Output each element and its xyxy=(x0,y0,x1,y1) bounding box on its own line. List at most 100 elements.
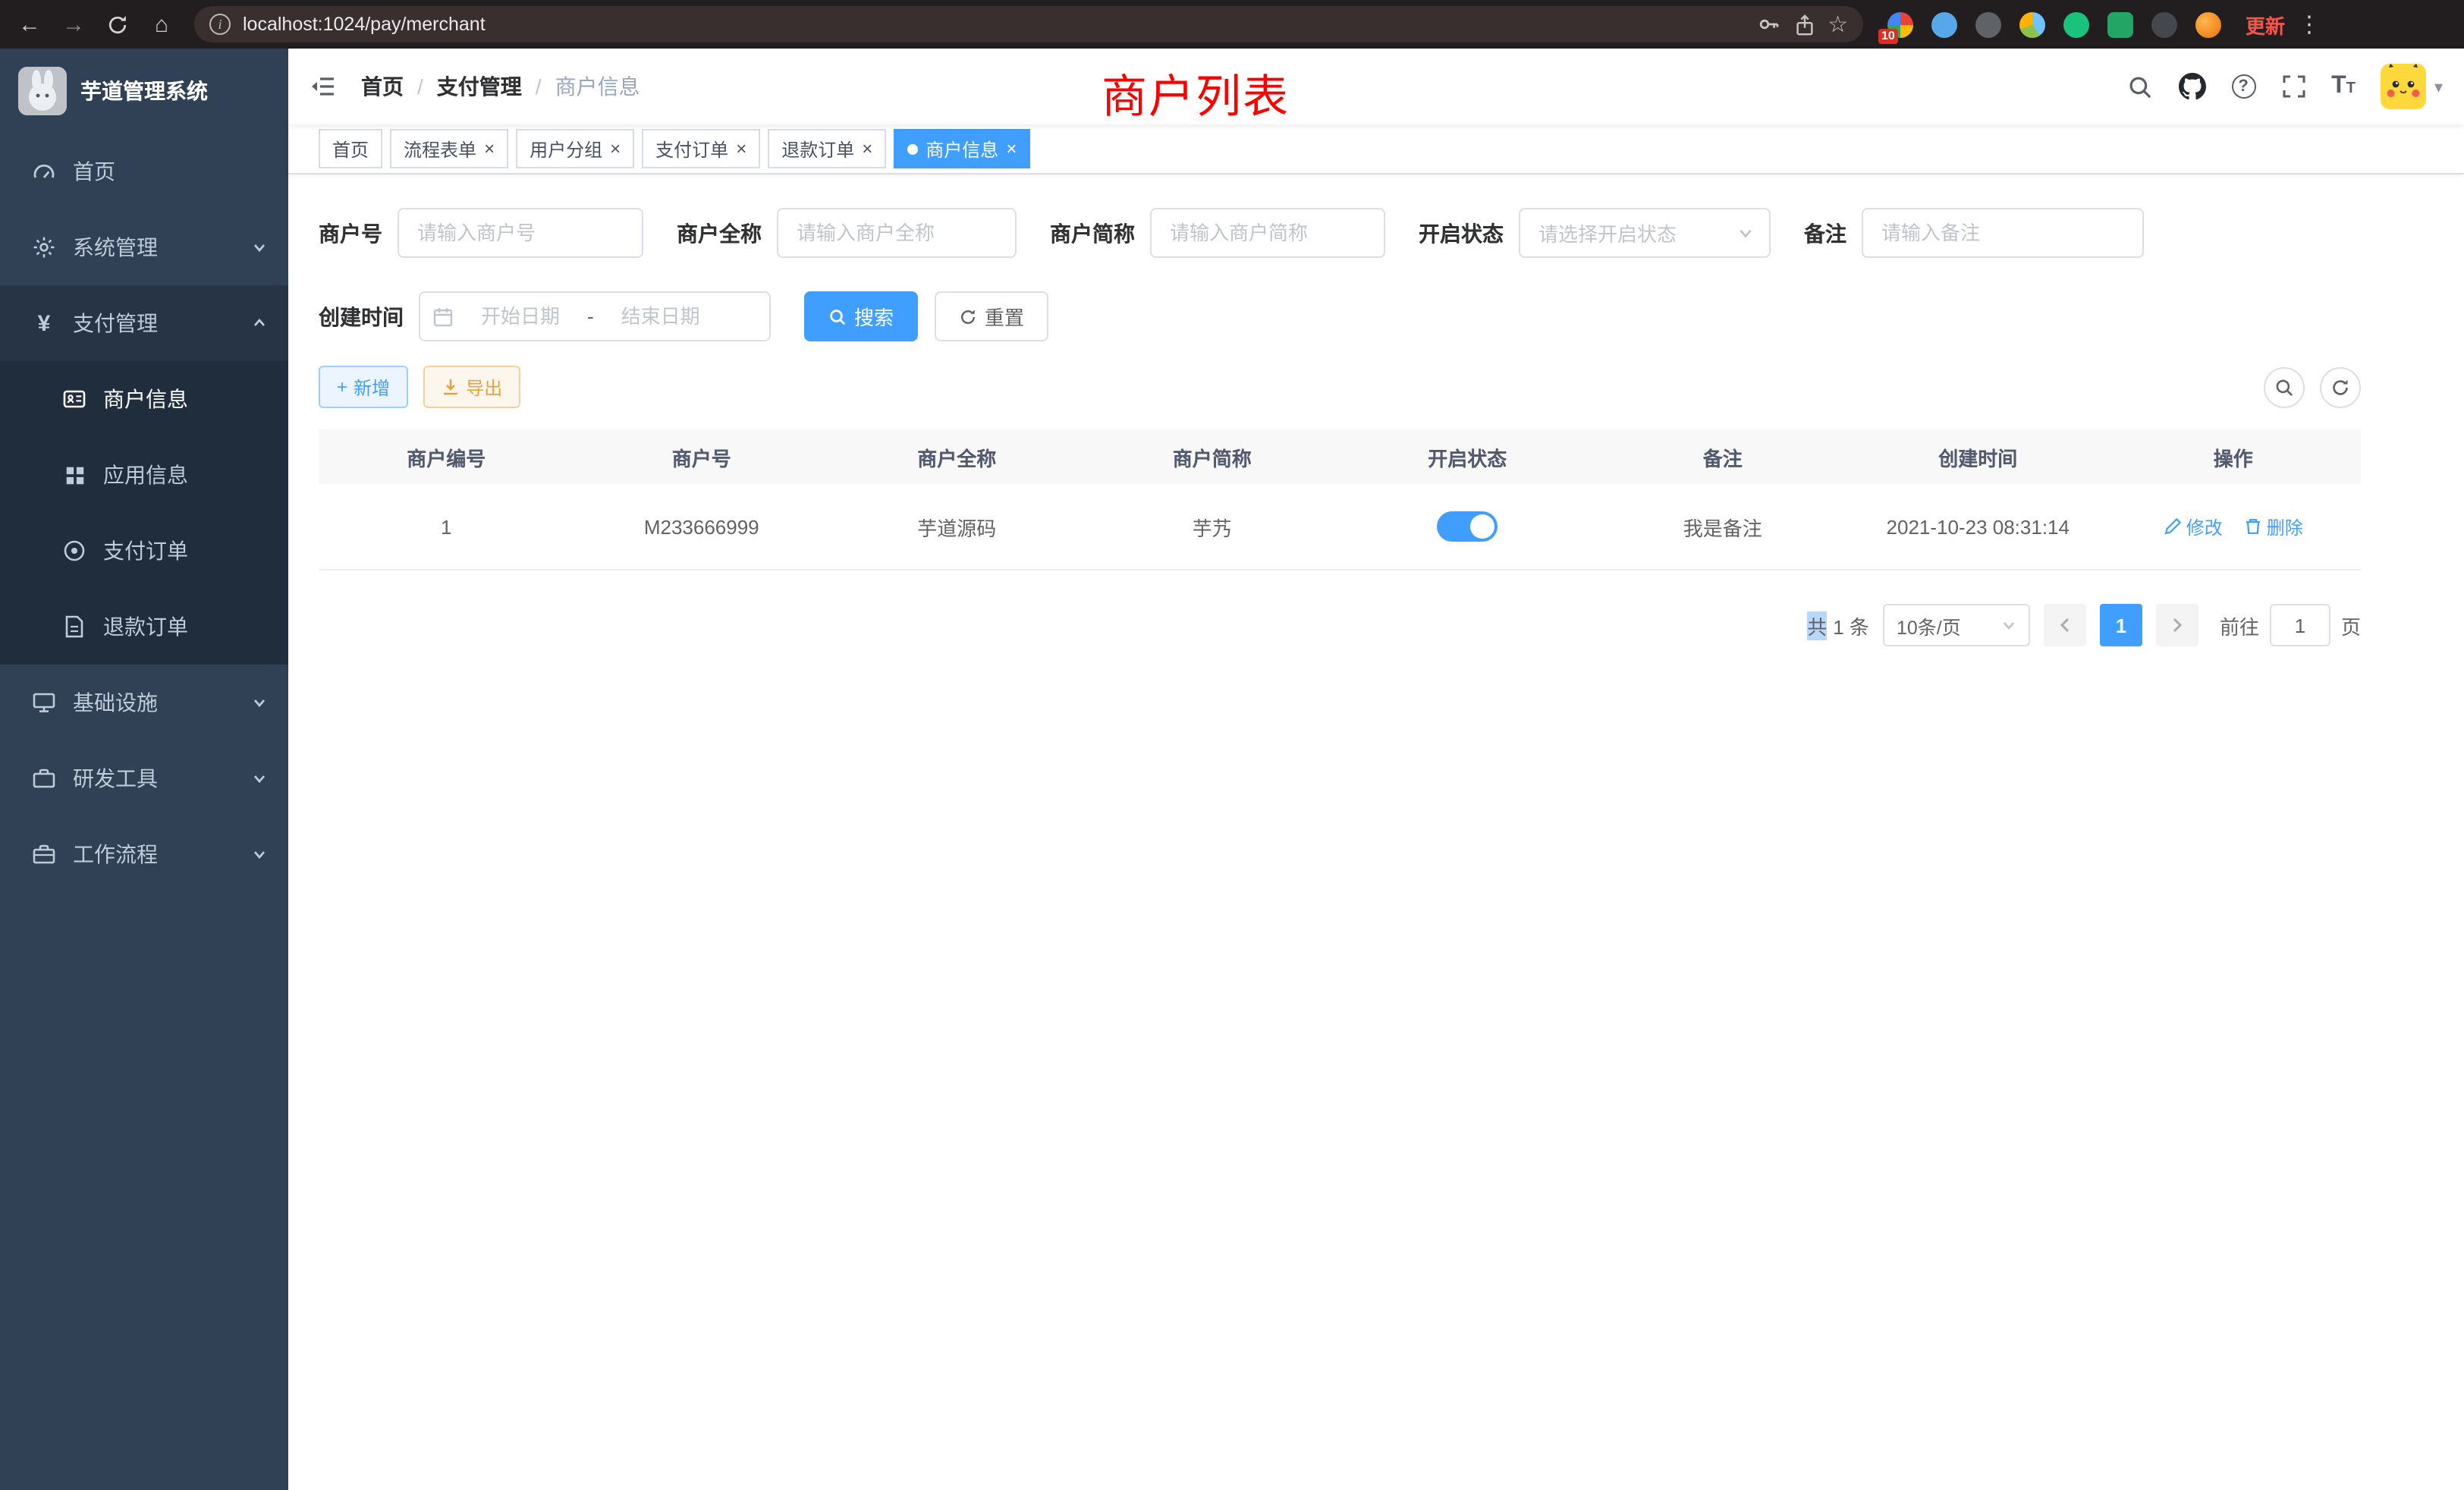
chevron-down-icon xyxy=(1737,225,1754,241)
extension-icon[interactable]: 10 xyxy=(1887,11,1913,37)
address-bar[interactable]: i localhost:1024/pay/merchant ☆ xyxy=(194,6,1863,42)
search-button[interactable]: 搜索 xyxy=(804,291,918,341)
date-start-input[interactable] xyxy=(463,305,578,328)
sidebar-item-label: 系统管理 xyxy=(73,232,158,262)
next-page-button[interactable] xyxy=(2156,604,2198,646)
github-icon[interactable] xyxy=(2178,73,2205,100)
pencil-icon xyxy=(2164,517,2182,536)
browser-menu-icon[interactable]: ⋮ xyxy=(2297,11,2321,38)
page-size-select[interactable]: 10条/页 xyxy=(1883,604,2030,646)
sidebar-item-home[interactable]: 首页 xyxy=(0,134,288,209)
goto-unit: 页 xyxy=(2341,611,2361,640)
search-icon[interactable] xyxy=(2126,74,2152,99)
merchant-no-input[interactable] xyxy=(398,208,643,258)
tab-process-form[interactable]: 流程表单 × xyxy=(390,129,508,168)
cell-short-name: 芋艿 xyxy=(1085,512,1340,541)
toolbox-icon xyxy=(30,842,58,866)
grid-icon xyxy=(61,464,88,486)
merchant-no-input-field[interactable] xyxy=(417,222,624,244)
fullscreen-icon[interactable] xyxy=(2281,74,2305,99)
extension-icon[interactable] xyxy=(2019,11,2045,37)
refresh-table-button[interactable] xyxy=(2320,366,2361,407)
user-menu[interactable]: ▾ xyxy=(2381,64,2443,109)
back-icon[interactable]: ← xyxy=(9,4,50,45)
reload-icon[interactable] xyxy=(97,4,138,45)
field-label: 商户号 xyxy=(319,218,382,248)
profile-avatar[interactable] xyxy=(2195,11,2221,37)
bookmark-star-icon[interactable]: ☆ xyxy=(1828,11,1848,38)
close-icon[interactable]: × xyxy=(862,140,872,158)
close-icon[interactable]: × xyxy=(1006,140,1017,158)
sidebar-item-merchant-info[interactable]: 商户信息 xyxy=(0,361,288,437)
sidebar-item-pay-orders[interactable]: 支付订单 xyxy=(0,513,288,589)
tab-home[interactable]: 首页 xyxy=(319,129,382,168)
sidebar-item-label: 研发工具 xyxy=(73,763,158,794)
remark-input[interactable] xyxy=(1862,208,2144,258)
field-label: 创建时间 xyxy=(319,301,404,332)
id-card-icon xyxy=(61,387,88,411)
date-range-picker[interactable]: - xyxy=(419,291,771,341)
refresh-icon xyxy=(2330,377,2350,397)
tab-refund-orders[interactable]: 退款订单 × xyxy=(768,129,886,168)
plus-icon: + xyxy=(337,376,347,398)
close-icon[interactable]: × xyxy=(484,140,495,158)
browser-toolbar: ← → ⌂ i localhost:1024/pay/merchant ☆ 10 xyxy=(0,0,2464,49)
export-button[interactable]: 导出 xyxy=(423,366,520,408)
chevron-right-icon xyxy=(2170,616,2185,634)
tab-pay-orders[interactable]: 支付订单 × xyxy=(642,129,760,168)
chevron-down-icon xyxy=(252,771,267,786)
date-end-input[interactable] xyxy=(603,305,718,328)
extension-icon[interactable] xyxy=(2107,11,2133,37)
help-icon[interactable]: ? xyxy=(2231,74,2255,99)
goto-page-input[interactable] xyxy=(2270,604,2330,646)
tab-label: 退款订单 xyxy=(781,136,854,162)
extension-icon[interactable] xyxy=(1931,11,1957,37)
remark-input-field[interactable] xyxy=(1881,222,2124,244)
breadcrumb-section[interactable]: 支付管理 xyxy=(437,71,522,102)
extension-icon[interactable] xyxy=(2063,11,2089,37)
sidebar-item-label: 支付订单 xyxy=(103,536,188,566)
status-select[interactable]: 请选择开启状态 xyxy=(1519,208,1771,258)
full-name-input[interactable] xyxy=(777,208,1017,258)
app-logo[interactable]: 芋道管理系统 xyxy=(0,49,288,134)
export-button-label: 导出 xyxy=(466,374,502,400)
tab-merchant-info[interactable]: 商户信息 × xyxy=(894,129,1030,168)
toggle-search-button[interactable] xyxy=(2264,366,2305,407)
tags-view-bar: 首页 流程表单 × 用户分组 × 支付订单 × 退款订单 × 商户信息 × xyxy=(288,124,2464,174)
add-button[interactable]: + 新增 xyxy=(319,366,408,408)
page-number-button[interactable]: 1 xyxy=(2100,604,2142,646)
close-icon[interactable]: × xyxy=(610,140,621,158)
edit-button[interactable]: 修改 xyxy=(2164,514,2223,539)
breadcrumb-home[interactable]: 首页 xyxy=(361,71,404,102)
share-icon[interactable] xyxy=(1793,13,1815,36)
extension-icon[interactable] xyxy=(2151,11,2177,37)
extension-icon[interactable] xyxy=(1975,11,2001,37)
close-icon[interactable]: × xyxy=(736,140,746,158)
sidebar-toggle-icon[interactable] xyxy=(310,74,337,99)
font-size-icon[interactable]: TT xyxy=(2331,73,2356,100)
sidebar-item-dev-tools[interactable]: 研发工具 xyxy=(0,740,288,816)
sidebar-item-refund-orders[interactable]: 退款订单 xyxy=(0,589,288,665)
reset-button[interactable]: 重置 xyxy=(935,291,1048,341)
sidebar-item-system[interactable]: 系统管理 xyxy=(0,209,288,285)
search-icon xyxy=(2274,377,2294,397)
tab-label: 支付订单 xyxy=(655,136,728,162)
prev-page-button[interactable] xyxy=(2044,604,2086,646)
delete-button[interactable]: 删除 xyxy=(2244,514,2303,539)
forward-icon[interactable]: → xyxy=(53,4,94,45)
short-name-input[interactable] xyxy=(1150,208,1385,258)
sidebar-item-app-info[interactable]: 应用信息 xyxy=(0,437,288,513)
password-key-icon[interactable] xyxy=(1756,12,1780,36)
search-button-label: 搜索 xyxy=(854,302,894,331)
site-info-icon[interactable]: i xyxy=(209,14,231,35)
cell-merchant-no: M233666999 xyxy=(574,515,830,538)
sidebar-item-payment[interactable]: ¥ 支付管理 xyxy=(0,285,288,361)
sidebar-item-infrastructure[interactable]: 基础设施 xyxy=(0,665,288,740)
full-name-input-field[interactable] xyxy=(797,222,997,244)
status-toggle[interactable] xyxy=(1437,511,1498,542)
browser-update-button[interactable]: 更新 xyxy=(2246,10,2285,39)
short-name-input-field[interactable] xyxy=(1170,222,1366,244)
tab-user-group[interactable]: 用户分组 × xyxy=(516,129,634,168)
sidebar-item-workflow[interactable]: 工作流程 xyxy=(0,816,288,892)
home-icon[interactable]: ⌂ xyxy=(141,4,182,45)
